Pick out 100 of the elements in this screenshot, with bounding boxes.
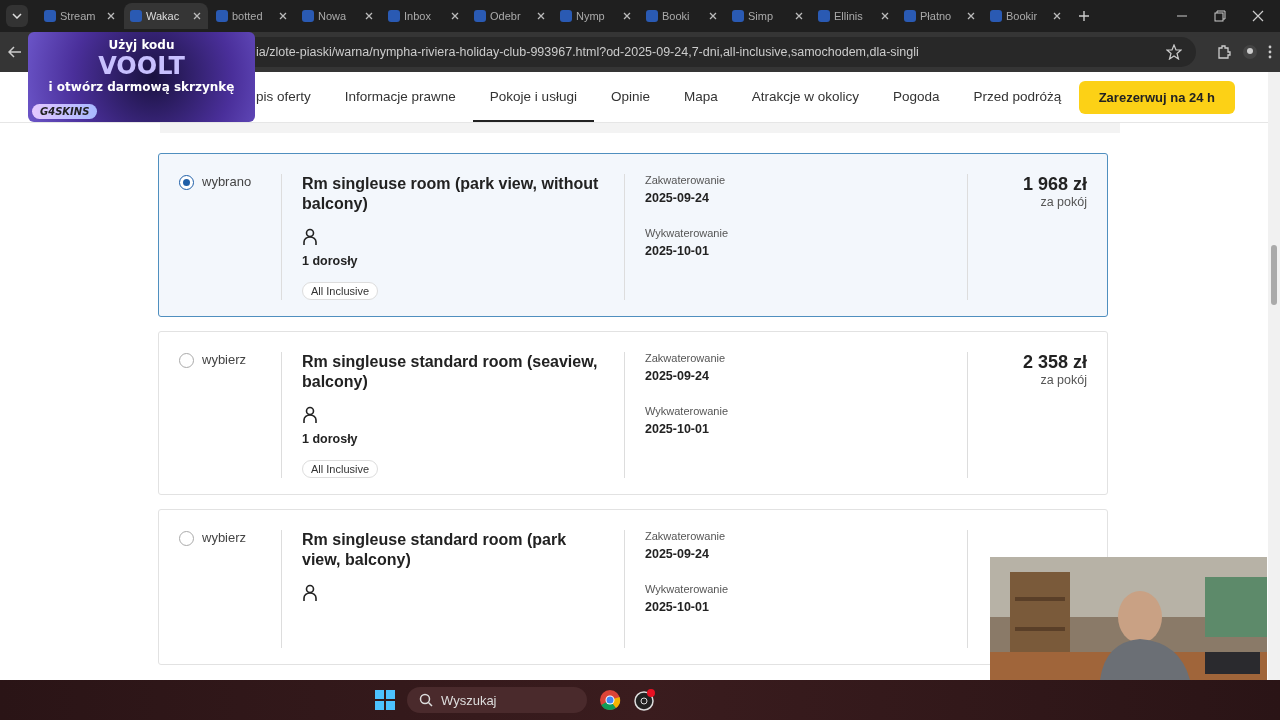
promo-text: i otwórz darmową skrzynkę (48, 80, 235, 94)
browser-tab[interactable]: Ellinis (812, 3, 896, 29)
browser-tab[interactable]: botted (210, 3, 294, 29)
checkout-date: 2025-10-01 (645, 422, 709, 436)
close-tab-icon[interactable] (364, 11, 374, 21)
search-placeholder: Wyszukaj (441, 692, 497, 708)
star-icon[interactable] (1166, 44, 1182, 60)
nav-tab[interactable]: Mapa (666, 72, 735, 122)
close-icon[interactable] (1252, 10, 1264, 22)
room-card[interactable]: wybrano Rm singleuse room (park view, without balcony) 1 dorosły All Inclusive Zakwaterowanie 2025-09-24 Wykwaterowanie 2025-10-01 1 968 zł za pokój (158, 153, 1108, 317)
checkout-date: 2025-10-01 (645, 244, 709, 258)
favicon-icon (818, 10, 830, 22)
scrollbar[interactable] (1268, 72, 1280, 680)
guest-count: 1 dorosły (302, 432, 358, 446)
recorder-icon[interactable] (633, 689, 655, 711)
browser-tab[interactable]: Inbox (382, 3, 466, 29)
favicon-icon (44, 10, 56, 22)
favicon-icon (990, 10, 1002, 22)
room-price: 1 968 zł (1022, 174, 1087, 195)
browser-tab[interactable]: Simp (726, 3, 810, 29)
close-tab-icon[interactable] (1052, 11, 1062, 21)
nav-tab[interactable]: Przed podróżą (956, 72, 1079, 122)
checkout-label: Wykwaterowanie (645, 583, 729, 595)
favicon-icon (904, 10, 916, 22)
close-tab-icon[interactable] (106, 11, 116, 21)
browser-tab[interactable]: Nymp (554, 3, 638, 29)
close-tab-icon[interactable] (794, 11, 804, 21)
nav-tab[interactable]: pis oferty (256, 72, 328, 122)
browser-tab[interactable]: Nowa (296, 3, 380, 29)
nav-tab[interactable]: Opinie (593, 72, 667, 122)
nav-tab[interactable]: Atrakcje w okolicy (734, 72, 876, 122)
close-tab-icon[interactable] (536, 11, 546, 21)
close-tab-icon[interactable] (880, 11, 890, 21)
checkin-label: Zakwaterowanie (645, 352, 726, 364)
menu-icon[interactable] (1268, 45, 1272, 59)
person-icon (302, 406, 318, 424)
radio-button[interactable] (179, 175, 194, 190)
favicon-icon (560, 10, 572, 22)
radio-button[interactable] (179, 531, 194, 546)
browser-tab[interactable]: Płatno (898, 3, 982, 29)
browser-icon[interactable] (599, 689, 621, 711)
close-tab-icon[interactable] (192, 11, 202, 21)
checkin-date: 2025-09-24 (645, 191, 709, 205)
room-card[interactable]: wybierz Rm singleuse standard room (seaview, balcony) 1 dorosły All Inclusive Zakwaterowanie 2025-09-24 Wykwaterowanie 2025-10-01 2 358 zł za pokój (158, 331, 1108, 495)
extensions-icon[interactable] (1216, 44, 1232, 60)
favicon-icon (388, 10, 400, 22)
browser-tab[interactable]: Wakac (124, 3, 208, 29)
checkin-label: Zakwaterowanie (645, 174, 726, 186)
favicon-icon (474, 10, 486, 22)
close-tab-icon[interactable] (708, 11, 718, 21)
guest-count: 1 dorosły (302, 254, 358, 268)
favicon-icon (646, 10, 658, 22)
profile-icon[interactable] (1242, 44, 1258, 60)
board-tag: All Inclusive (302, 282, 379, 300)
room-card[interactable]: wybierz Rm singleuse standard room (park view, balcony) Zakwaterowanie 2025-09-24 Wykwaterowanie 2025-10-01 (158, 509, 1108, 665)
close-tab-icon[interactable] (450, 11, 460, 21)
favicon-icon (302, 10, 314, 22)
checkout-label: Wykwaterowanie (645, 227, 729, 239)
close-tab-icon[interactable] (278, 11, 288, 21)
board-tag: All Inclusive (302, 460, 379, 478)
favicon-icon (732, 10, 744, 22)
restore-icon[interactable] (1214, 10, 1226, 22)
checkin-date: 2025-09-24 (645, 369, 709, 383)
search-icon (419, 693, 433, 707)
start-icon[interactable] (375, 690, 395, 710)
price-note: za pokój (1040, 373, 1087, 387)
person-icon (302, 228, 318, 246)
browser-tab[interactable]: Bookir (984, 3, 1068, 29)
taskbar-search[interactable]: Wyszukaj (407, 687, 587, 713)
checkin-date: 2025-09-24 (645, 547, 709, 561)
close-tab-icon[interactable] (622, 11, 632, 21)
radio-label: wybierz (202, 530, 247, 545)
nav-tab[interactable]: Pogoda (876, 72, 957, 122)
new-tab-icon[interactable] (1078, 10, 1090, 22)
brand-label: G4SKINS (32, 104, 98, 119)
favicon-icon (130, 10, 142, 22)
radio-label: wybrano (202, 174, 252, 189)
back-icon[interactable] (8, 46, 22, 58)
nav-tab[interactable]: Informacje prawne (327, 72, 473, 122)
checkin-label: Zakwaterowanie (645, 530, 726, 542)
radio-button[interactable] (179, 353, 194, 368)
address-bar[interactable]: ia/zlote-piaski/warna/nympha-riviera-holiday-club-993967.html?od-2025-09-24,7-dni,all-inclusive,samochodem,dla-singli (252, 37, 1196, 67)
chevron-icon (12, 13, 22, 19)
checkout-date: 2025-10-01 (645, 600, 709, 614)
tab-search-button[interactable] (6, 5, 28, 27)
browser-tab[interactable]: Stream (38, 3, 122, 29)
browser-tab[interactable]: Booki (640, 3, 724, 29)
book-button[interactable]: Zarezerwuj na 24 h (1078, 80, 1235, 114)
close-tab-icon[interactable] (966, 11, 976, 21)
checkout-label: Wykwaterowanie (645, 405, 729, 417)
price-note: za pokój (1040, 195, 1087, 209)
promo-text: Użyj kodu (108, 38, 175, 52)
person-icon (302, 584, 318, 602)
favicon-icon (216, 10, 228, 22)
room-name: Rm singleuse room (park view, without balcony) (302, 174, 600, 214)
promo-code: VOOLT (98, 52, 185, 80)
browser-tab[interactable]: Odebr (468, 3, 552, 29)
radio-label: wybierz (202, 352, 247, 367)
room-name: Rm singleuse standard room (seaview, balcony) (302, 352, 599, 392)
room-name: Rm singleuse standard room (park view, balcony) (302, 530, 568, 570)
